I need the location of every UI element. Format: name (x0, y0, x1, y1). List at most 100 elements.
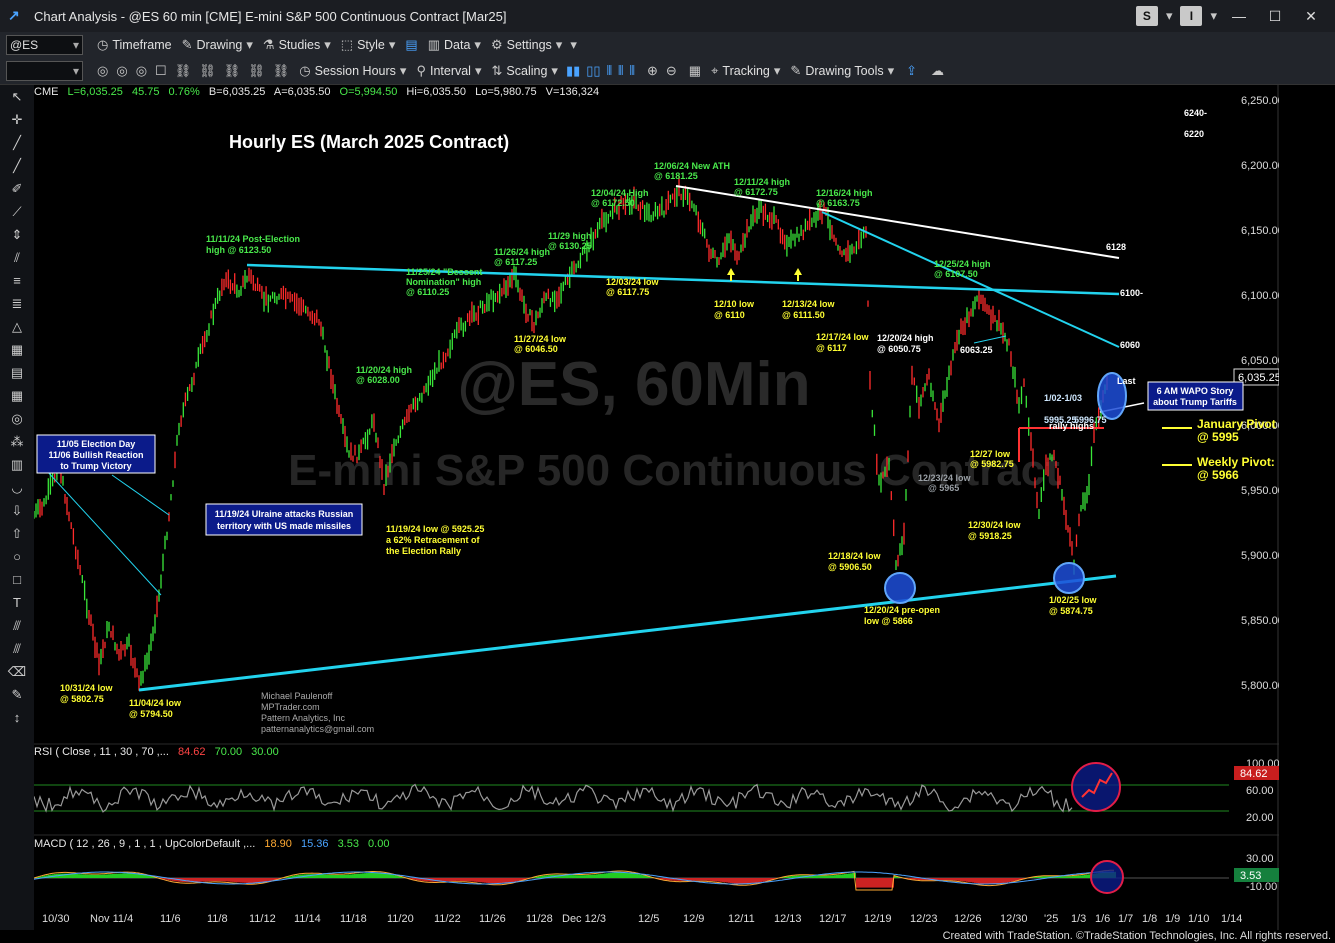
link-icon[interactable]: ⛓ (175, 63, 192, 79)
link-icon[interactable]: ⛓ (224, 63, 241, 79)
macd-bar (266, 878, 268, 882)
eraser-icon[interactable]: ⌫ (0, 660, 34, 683)
bar-chart-icon: ▥ (427, 37, 441, 52)
bar-icon[interactable]: ⫴ (618, 63, 623, 79)
date-tick: 12/11 (728, 913, 755, 925)
arc-icon[interactable]: ◡ (0, 476, 34, 499)
grid-icon[interactable]: ▦ (0, 338, 34, 361)
bar-icon[interactable]: ▯▯ (586, 63, 600, 79)
data-label: Data (444, 38, 471, 52)
dots-icon[interactable]: ⁂ (0, 430, 34, 453)
line-icon[interactable]: ⟋ (0, 200, 34, 223)
macd-bar (354, 874, 356, 879)
crosshair-icon[interactable]: ✛ (0, 108, 34, 131)
bar-icon[interactable]: ⫴ (630, 63, 635, 79)
tracking-button[interactable]: ⌖ Tracking ▾ (711, 63, 780, 79)
grid-icon[interactable]: ▦ (689, 63, 701, 79)
annotation: 12/25/24 high (934, 259, 991, 269)
chevron-down-icon: ▾ (246, 37, 253, 52)
chat-icon[interactable]: ☁ (931, 63, 944, 79)
date-tick: 12/30 (1000, 913, 1028, 925)
link-icon[interactable]: ⛓ (248, 63, 265, 79)
macd-bar (994, 878, 996, 884)
annotation: @ 6111.50 (782, 310, 825, 320)
arrow-down-icon[interactable]: ⇩ (0, 499, 34, 522)
grid-icon[interactable]: ▦ (0, 384, 34, 407)
macd-bar (692, 878, 694, 881)
data-button[interactable]: ▥ Data ▾ (428, 37, 481, 53)
session-hours-button[interactable]: ◷ Session Hours ▾ (299, 63, 406, 79)
macd-bar (610, 872, 612, 878)
line-icon[interactable]: ╱ (0, 131, 34, 154)
author-email: patternanalytics@gmail.com (261, 724, 374, 734)
maximize-icon[interactable]: ☐ (1261, 8, 1289, 25)
bar-icon[interactable]: ⫴ (607, 63, 612, 79)
close-icon[interactable]: ✕ (1297, 8, 1325, 25)
pointer-icon[interactable]: ↖ (0, 85, 34, 108)
zoom-out-icon[interactable]: ⊖ (666, 63, 677, 79)
minimize-icon[interactable]: — (1225, 8, 1253, 24)
macd-bar (618, 872, 620, 879)
circle-icon[interactable]: ◎ (136, 63, 147, 79)
macd-bar (814, 875, 816, 878)
channel-icon[interactable]: ⫽ (0, 246, 34, 269)
bars-icon[interactable]: ▥ (0, 453, 34, 476)
rectangle-icon[interactable]: □ (0, 568, 34, 591)
triangle-icon[interactable]: △ (0, 315, 34, 338)
macd-bar (948, 878, 950, 881)
link-icon[interactable]: ⛓ (273, 63, 290, 79)
i-button[interactable]: I (1180, 6, 1203, 26)
grid-icon[interactable]: ▤ (0, 361, 34, 384)
text-icon[interactable]: T (0, 591, 34, 614)
macd-bar (394, 875, 396, 879)
circle-icon[interactable]: ◎ (116, 63, 127, 79)
style-button[interactable]: ⬚ Style ▾ (341, 37, 396, 53)
s-button[interactable]: S (1135, 6, 1158, 26)
target-icon[interactable]: ◎ (0, 407, 34, 430)
settings-button[interactable]: ⚙ Settings ▾ (491, 37, 562, 53)
circle-icon[interactable]: ○ (0, 545, 34, 568)
macd-bar (766, 878, 768, 881)
chevron-down-icon[interactable]: ▾ (570, 37, 577, 53)
studies-button[interactable]: ⚗ Studies ▾ (263, 37, 331, 53)
circle-icon[interactable]: ◎ (97, 63, 108, 79)
arrow-up-icon[interactable]: ⇧ (0, 522, 34, 545)
line-icon[interactable]: ╱ (0, 154, 34, 177)
zoom-in-icon[interactable]: ⊕ (647, 63, 658, 79)
macd-bar (888, 878, 890, 888)
fib-icon[interactable]: ≡ (0, 269, 34, 292)
macd-bar (228, 878, 230, 882)
arrows-icon[interactable]: ↕ (0, 706, 34, 729)
macd-bar (574, 875, 576, 878)
fib-icon[interactable]: ≣ (0, 292, 34, 315)
square-icon[interactable]: ☐ (155, 63, 167, 79)
chevron-down-icon[interactable]: ▾ (1210, 8, 1217, 24)
interval-button[interactable]: ⚲ Interval ▾ (416, 63, 481, 79)
timeframe-button[interactable]: ◷ Timeframe (97, 37, 172, 53)
layout-button[interactable]: ▤ (405, 37, 417, 53)
bar-icon[interactable]: ▮▮ (566, 63, 580, 79)
ruler-icon[interactable]: ⫻ (0, 614, 34, 637)
brush-icon[interactable]: ✐ (0, 177, 34, 200)
macd-bar (622, 872, 624, 879)
macd-bar (840, 874, 842, 878)
drawing-button[interactable]: ✎ Drawing ▾ (182, 37, 253, 53)
chart-svg[interactable]: @ES, 60Min E-mini S&P 500 Continuous Con… (33, 85, 1284, 930)
drawing-tools-button[interactable]: ✎ Drawing Tools ▾ (790, 63, 894, 79)
macd-bar (236, 878, 238, 883)
link-input[interactable] (6, 61, 83, 81)
chevron-down-icon[interactable]: ▾ (1166, 8, 1173, 24)
ruler-icon[interactable]: ⫻ (0, 637, 34, 660)
scaling-button[interactable]: ⇅ Scaling ▾ (492, 63, 558, 79)
share-icon[interactable]: ⇪ (906, 63, 917, 79)
macd-bar (880, 878, 882, 888)
link-icon[interactable]: ⛓ (199, 63, 216, 79)
symbol-input[interactable]: @ES (6, 35, 83, 55)
arrows-icon[interactable]: ⇕ (0, 223, 34, 246)
macd-bar (826, 875, 828, 879)
chart-area[interactable]: @ES, 60Min E-mini S&P 500 Continuous Con… (33, 85, 1284, 930)
macd-bar (1076, 875, 1078, 878)
pen-icon[interactable]: ✎ (0, 683, 34, 706)
macd-bar (114, 873, 116, 879)
rsi-tag: 84.62 (1240, 768, 1268, 780)
